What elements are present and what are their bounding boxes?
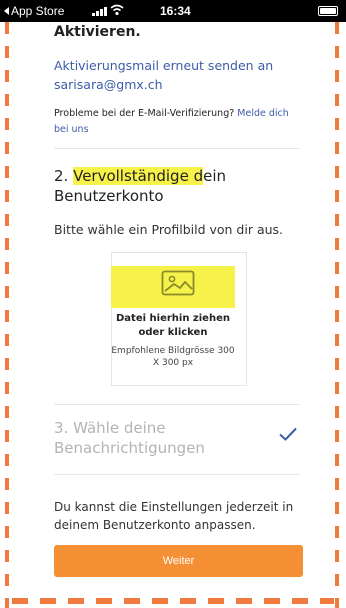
continue-button[interactable]: Weiter: [54, 545, 303, 577]
onboarding-content: Aktivieren. Aktivierungsmail erneut send…: [0, 0, 346, 608]
verification-help: Probleme bei der E-Mail-Verifizierung? M…: [54, 106, 304, 138]
step2-subtitle: Bitte wähle ein Profilbild von dir aus.: [54, 222, 284, 237]
image-icon: [161, 270, 195, 296]
step3-title: 3. Wähle deine Benachrichtigungen: [54, 419, 205, 457]
dropzone-size-hint: Empfohlene Bildgrösse 300 X 300 px: [111, 346, 235, 368]
step3-subtitle: Du kannst die Einstellungen jederzeit in…: [54, 500, 294, 532]
step2-number: 2.: [54, 167, 74, 185]
resend-activation-link[interactable]: Aktivierungsmail erneut senden an sarisa…: [54, 56, 294, 94]
divider: [54, 474, 300, 475]
step2-title-highlight: Vervollständige d: [73, 167, 204, 185]
dropzone-instruction: Datei hierhin ziehen oder klicken: [116, 313, 230, 338]
divider: [54, 404, 300, 405]
activation-heading: Aktivieren.: [54, 24, 141, 40]
verification-help-text: Probleme bei der E-Mail-Verifizierung?: [54, 108, 235, 119]
step2-title: 2. Vervollständige dein Benutzerkonto: [54, 166, 294, 206]
checkmark-icon: [279, 427, 297, 441]
divider: [54, 148, 300, 149]
